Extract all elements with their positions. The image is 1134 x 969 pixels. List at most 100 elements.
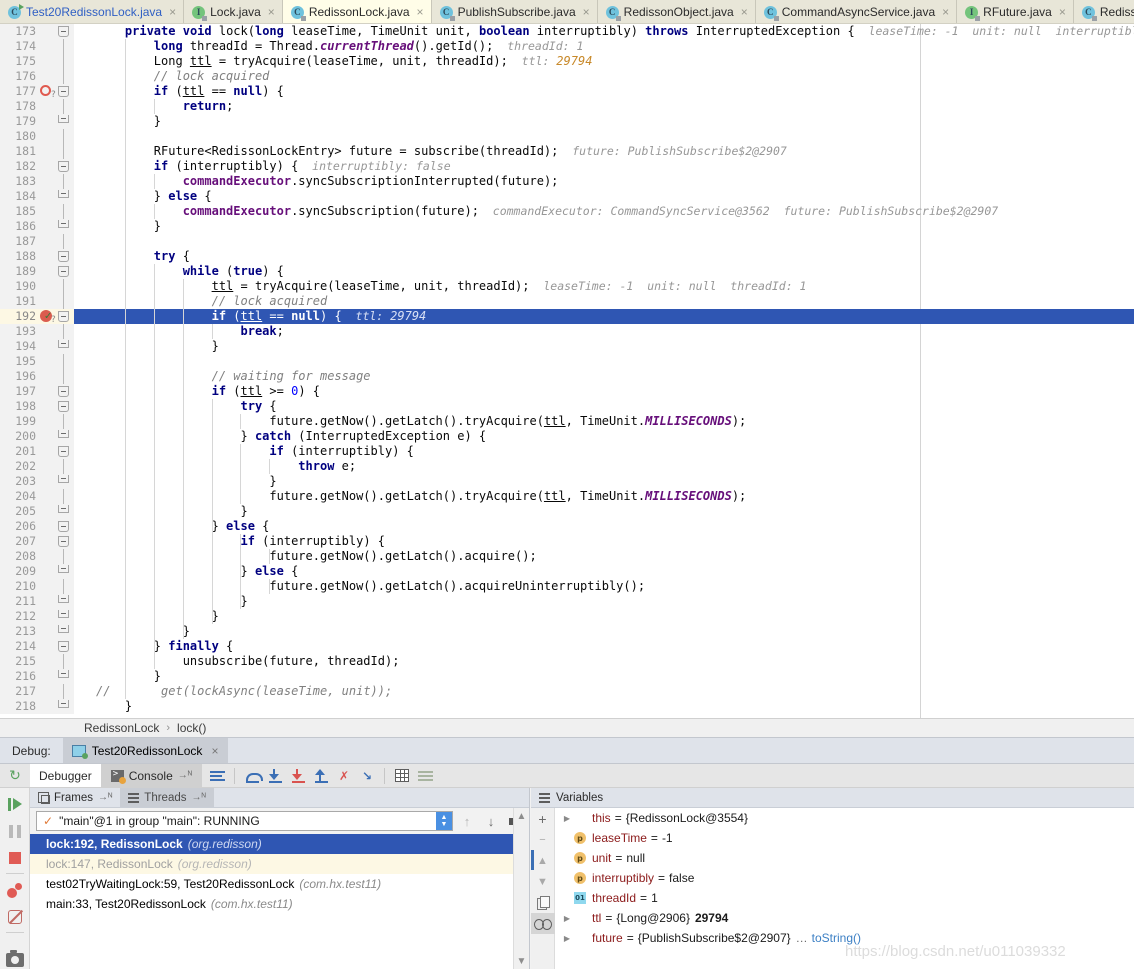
- editor-gutter[interactable]: 196: [0, 369, 74, 384]
- editor-gutter[interactable]: 201: [0, 444, 74, 459]
- editor-gutter[interactable]: 207: [0, 534, 74, 549]
- stop-button[interactable]: [4, 847, 26, 868]
- show-execution-point-button[interactable]: [206, 765, 228, 787]
- editor-gutter[interactable]: 177?: [0, 84, 74, 100]
- code-text[interactable]: future.getNow().getLatch().tryAcquire(tt…: [74, 414, 1134, 429]
- fold-collapse-icon[interactable]: [58, 86, 69, 97]
- code-text[interactable]: try {: [74, 249, 1134, 264]
- code-line[interactable]: 182 if (interruptibly) { interruptibly: …: [0, 159, 1134, 174]
- variable-row[interactable]: ▶ future = {PublishSubscribe$2@2907} … toStri…: [556, 928, 1134, 948]
- breadcrumb-item[interactable]: RedissonLock: [84, 721, 159, 735]
- editor-tab-commandasyncservice-java[interactable]: CommandAsyncService.java ×: [755, 0, 958, 23]
- fold-end-icon[interactable]: [58, 625, 69, 633]
- editor-gutter[interactable]: 205: [0, 504, 74, 519]
- fold-collapse-icon[interactable]: [58, 401, 69, 412]
- code-line[interactable]: 200 } catch (InterruptedException e) {: [0, 429, 1134, 444]
- editor-gutter[interactable]: 174: [0, 39, 74, 54]
- tab-console[interactable]: Console →ᴺ: [101, 764, 203, 787]
- close-icon[interactable]: ×: [167, 6, 176, 18]
- debug-session-tab[interactable]: Test20RedissonLock ×: [62, 737, 229, 764]
- code-line[interactable]: 191 // lock acquired: [0, 294, 1134, 309]
- code-line[interactable]: 211 }: [0, 594, 1134, 609]
- editor-gutter[interactable]: 180: [0, 129, 74, 144]
- code-text[interactable]: if (interruptibly) {: [74, 534, 1134, 549]
- code-line[interactable]: 186 }: [0, 219, 1134, 234]
- code-text[interactable]: future.getNow().getLatch().acquire();: [74, 549, 1134, 564]
- code-line[interactable]: 217 // get(lockAsync(leaseTime, unit));: [0, 684, 1134, 699]
- fold-end-icon[interactable]: [58, 430, 69, 438]
- code-line[interactable]: 196 // waiting for message: [0, 369, 1134, 384]
- editor-gutter[interactable]: 182: [0, 159, 74, 174]
- code-line[interactable]: 181 RFuture<RedissonLockEntry> future = …: [0, 144, 1134, 159]
- editor-gutter[interactable]: 195: [0, 354, 74, 369]
- close-icon[interactable]: ×: [581, 6, 590, 18]
- code-line[interactable]: 209 } else {: [0, 564, 1134, 579]
- code-text[interactable]: }: [74, 339, 1134, 354]
- code-text[interactable]: return;: [74, 99, 1134, 114]
- editor-gutter[interactable]: 202: [0, 459, 74, 474]
- code-line[interactable]: 203 }: [0, 474, 1134, 489]
- code-line[interactable]: 180: [0, 129, 1134, 144]
- code-text[interactable]: }: [74, 609, 1134, 624]
- chevron-right-icon[interactable]: ▶: [560, 814, 574, 823]
- editor-tab-publishsubscribe-java[interactable]: PublishSubscribe.java ×: [431, 0, 598, 23]
- pause-program-button[interactable]: [4, 821, 26, 842]
- code-text[interactable]: }: [74, 624, 1134, 639]
- scroll-up-button[interactable]: ▲: [514, 808, 530, 825]
- variable-row[interactable]: ▶01threadId=1: [556, 888, 1134, 908]
- chevron-updown-icon[interactable]: ▲ ▼: [436, 812, 452, 830]
- thread-selector[interactable]: ✓ "main"@1 in group "main": RUNNING ▲ ▼: [36, 811, 453, 831]
- tab-threads-pin[interactable]: →ᴺ: [191, 792, 205, 803]
- code-text[interactable]: }: [74, 669, 1134, 684]
- code-line[interactable]: 194 }: [0, 339, 1134, 354]
- editor-gutter[interactable]: 193: [0, 324, 74, 339]
- editor-gutter[interactable]: 208: [0, 549, 74, 564]
- editor-gutter[interactable]: 199: [0, 414, 74, 429]
- code-text[interactable]: future.getNow().getLatch().acquireUninte…: [74, 579, 1134, 594]
- tab-frames-pin[interactable]: →ᴺ: [98, 792, 112, 803]
- editor-gutter[interactable]: 200: [0, 429, 74, 444]
- step-out-button[interactable]: [310, 765, 332, 787]
- code-text[interactable]: // waiting for message: [74, 369, 1134, 384]
- code-line[interactable]: 213 }: [0, 624, 1134, 639]
- tab-debugger[interactable]: Debugger: [30, 764, 102, 787]
- tab-threads[interactable]: Threads →ᴺ: [120, 788, 214, 807]
- editor-gutter[interactable]: 192 ✓?: [0, 309, 74, 325]
- run-to-cursor-button[interactable]: ↘: [356, 765, 378, 787]
- code-line[interactable]: 207 if (interruptibly) {: [0, 534, 1134, 549]
- tab-console-pin[interactable]: →ᴺ: [178, 770, 192, 781]
- editor-gutter[interactable]: 215: [0, 654, 74, 669]
- editor-gutter[interactable]: 183: [0, 174, 74, 189]
- code-text[interactable]: future.getNow().getLatch().tryAcquire(tt…: [74, 489, 1134, 504]
- code-text[interactable]: [74, 354, 1134, 369]
- code-text[interactable]: }: [74, 474, 1134, 489]
- screenshot-button[interactable]: [4, 949, 26, 969]
- code-text[interactable]: private void lock(long leaseTime, TimeUn…: [74, 24, 1134, 39]
- code-line[interactable]: 179 }: [0, 114, 1134, 129]
- variable-row[interactable]: ▶ ttl = {Long@2906} 29794: [556, 908, 1134, 928]
- editor-gutter[interactable]: 185: [0, 204, 74, 219]
- code-text[interactable]: } else {: [74, 564, 1134, 579]
- tab-frames[interactable]: Frames →ᴺ: [30, 788, 120, 807]
- fold-collapse-icon[interactable]: [58, 386, 69, 397]
- fold-end-icon[interactable]: [58, 595, 69, 603]
- fold-end-icon[interactable]: [58, 220, 69, 228]
- code-text[interactable]: }: [74, 219, 1134, 234]
- fold-collapse-icon[interactable]: [58, 26, 69, 37]
- editor-gutter[interactable]: 214: [0, 639, 74, 654]
- code-line[interactable]: 174 long threadId = Thread.currentThread…: [0, 39, 1134, 54]
- editor-tab-redissonlock-java[interactable]: RedissonLock.java ×: [282, 0, 432, 23]
- variables-list[interactable]: ▶this={RedissonLock@3554}▶pleaseTime=-1▶…: [556, 808, 1134, 948]
- breakpoint-icon[interactable]: ?: [40, 85, 56, 100]
- drop-frame-button[interactable]: ✗: [333, 765, 355, 787]
- fold-end-icon[interactable]: [58, 565, 69, 573]
- chevron-right-icon[interactable]: ▶: [560, 934, 574, 943]
- mute-breakpoints-button[interactable]: [4, 907, 26, 928]
- fold-collapse-icon[interactable]: [58, 311, 69, 322]
- code-text[interactable]: // lock acquired: [74, 294, 1134, 309]
- editor-gutter[interactable]: 179: [0, 114, 74, 129]
- editor-gutter[interactable]: 203: [0, 474, 74, 489]
- variable-tostring-link[interactable]: toString(): [812, 931, 861, 945]
- editor-gutter[interactable]: 178: [0, 99, 74, 114]
- code-line[interactable]: 183 commandExecutor.syncSubscriptionInte…: [0, 174, 1134, 189]
